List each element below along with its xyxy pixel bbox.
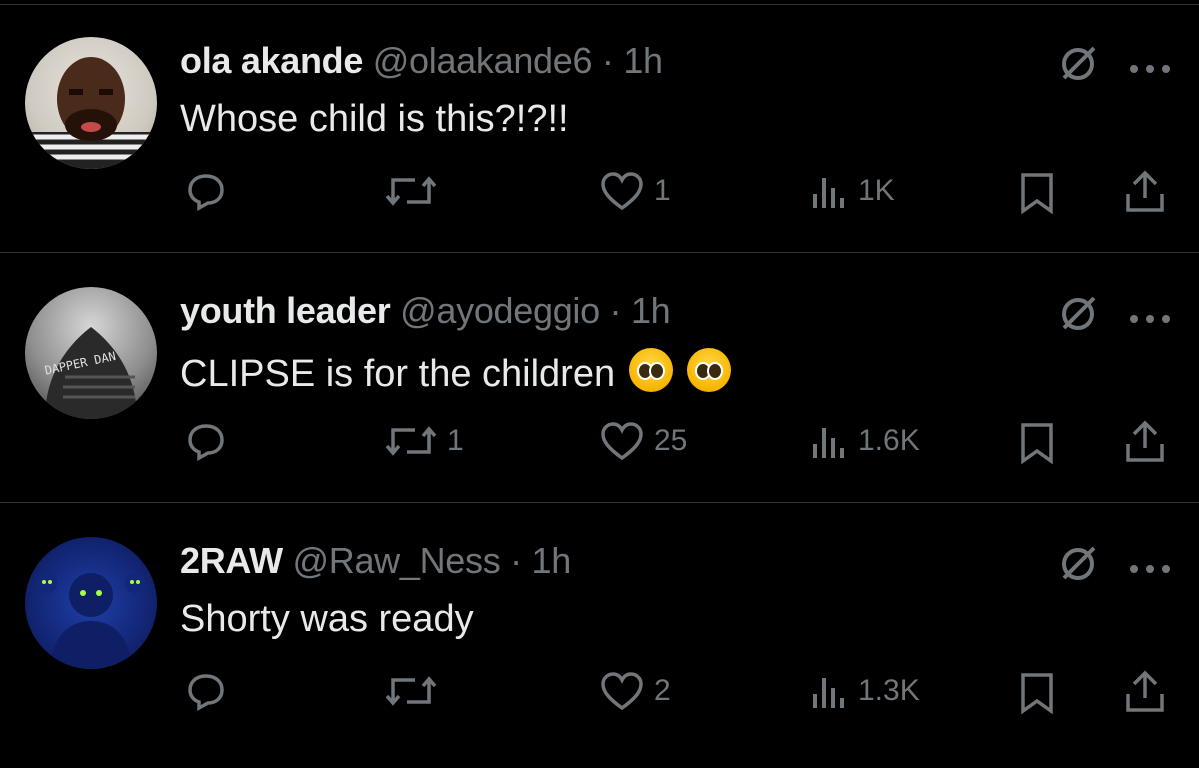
tweet[interactable]: ola akande @olaakande6 · 1h Whose child … [0,0,1199,250]
retweet-count: 1 [447,424,464,457]
grok-icon[interactable] [1058,44,1098,92]
more-options-icon[interactable] [1128,550,1172,584]
more-options-icon[interactable] [1128,50,1172,84]
display-name[interactable]: ola akande [180,40,363,81]
like-button[interactable]: 25 [600,420,687,462]
bookmark-icon [1021,423,1053,464]
bookmark-button[interactable] [1018,422,1056,464]
separator-dot: · [599,290,631,331]
bookmark-button[interactable] [1018,672,1056,714]
retweet-button[interactable] [385,172,447,210]
retweet-icon [385,426,437,456]
views-icon [813,678,844,708]
views-icon [813,178,844,208]
like-button[interactable]: 2 [600,670,671,712]
tweet-header: youth leader @ayodeggio · 1h [180,290,671,332]
heart-icon [601,172,643,211]
views-button[interactable]: 1.6K [810,422,920,460]
tweet-text-row: CLIPSE is for the children [180,348,732,396]
reply-icon [188,424,224,461]
reply-button[interactable] [185,170,237,212]
reply-button[interactable] [185,420,237,462]
grok-icon[interactable] [1058,294,1098,342]
separator-dot: · [592,40,624,81]
share-button[interactable] [1124,170,1166,214]
bookmark-button[interactable] [1018,172,1056,214]
user-handle[interactable]: @Raw_Ness [293,540,501,581]
avatar[interactable] [25,37,157,169]
separator-dot: · [500,540,532,581]
view-count: 1.3K [858,674,920,707]
retweet-icon [385,176,437,206]
user-handle[interactable]: @ayodeggio [400,290,600,331]
timestamp[interactable]: 1h [532,540,572,581]
view-count: 1.6K [858,424,920,457]
share-icon [1126,170,1164,212]
like-button[interactable]: 1 [600,170,671,212]
more-options-icon[interactable] [1128,300,1172,334]
grok-icon[interactable] [1058,544,1098,592]
retweet-button[interactable] [385,672,447,710]
tweet[interactable]: DAPPER DAN youth leader @ayodeggio · 1h … [0,252,1199,502]
pleading-face-emoji [687,348,732,392]
reply-icon [188,674,224,711]
share-button[interactable] [1124,420,1166,464]
like-count: 2 [654,674,671,707]
pleading-face-emoji [629,348,674,392]
tweet-header: 2RAW @Raw_Ness · 1h [180,540,571,582]
like-count: 25 [654,424,688,457]
avatar[interactable]: DAPPER DAN [25,287,157,419]
share-button[interactable] [1124,670,1166,714]
share-icon [1126,420,1164,462]
view-count: 1K [858,174,895,207]
tweet[interactable]: 2RAW @Raw_Ness · 1h Shorty was ready 2 1… [0,502,1199,752]
reply-button[interactable] [185,670,237,712]
reply-icon [188,174,224,211]
display-name[interactable]: 2RAW [180,540,283,581]
tweet-text: CLIPSE is for the children [180,353,616,395]
timestamp[interactable]: 1h [631,290,671,331]
bookmark-icon [1021,173,1053,214]
tweet-text: Shorty was ready [180,598,474,640]
tweet-text: Whose child is this?!?!! [180,98,569,140]
tweet-header: ola akande @olaakande6 · 1h [180,40,663,82]
views-button[interactable]: 1.3K [810,672,920,710]
user-handle[interactable]: @olaakande6 [373,40,593,81]
heart-icon [601,672,643,711]
share-icon [1126,670,1164,712]
views-icon [813,428,844,458]
display-name[interactable]: youth leader [180,290,391,331]
timestamp[interactable]: 1h [623,40,663,81]
heart-icon [601,422,643,461]
retweet-button[interactable]: 1 [385,422,464,460]
views-button[interactable]: 1K [810,172,895,210]
bookmark-icon [1021,673,1053,714]
like-count: 1 [654,174,671,207]
avatar[interactable] [25,537,157,669]
retweet-icon [385,676,437,706]
